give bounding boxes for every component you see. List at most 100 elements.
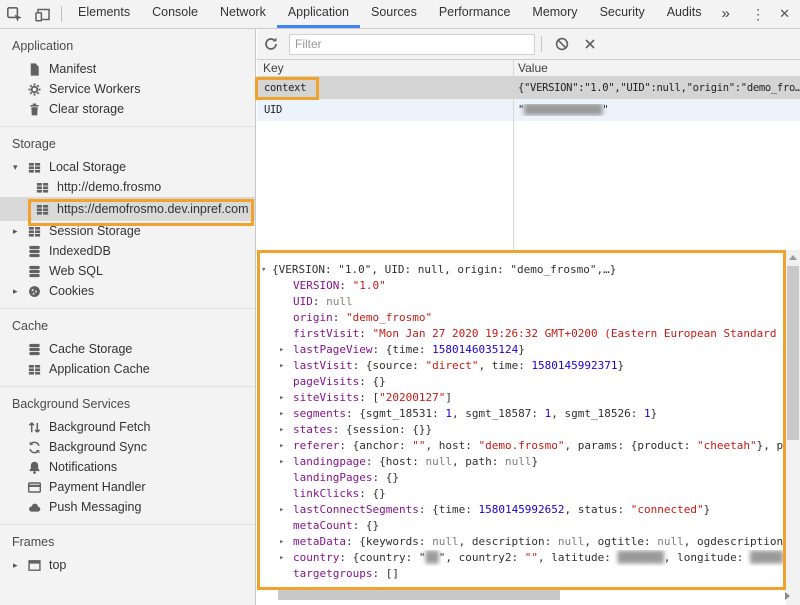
column-header-key[interactable]: Key: [257, 60, 513, 76]
sidebar-item-indexeddb[interactable]: IndexedDB: [0, 241, 255, 261]
device-toolbar-button[interactable]: [28, 1, 56, 27]
sidebar-item-background-fetch[interactable]: Background Fetch: [0, 417, 255, 437]
chevron-down-icon[interactable]: ▾: [261, 262, 266, 278]
tab-bar-right-controls: ⋮ ✕: [741, 6, 800, 23]
sidebar-item-label: Session Storage: [49, 224, 141, 238]
chevron-right-icon[interactable]: ▸: [279, 550, 284, 566]
table-row-context[interactable]: context {"VERSION":"1.0","UID":null,"orig…: [257, 77, 800, 99]
sidebar-item-http-demo-frosmo[interactable]: http://demo.frosmo: [0, 177, 255, 197]
json-str-segment: "20200127": [379, 391, 445, 404]
delete-selected-button[interactable]: [576, 31, 604, 57]
sidebar-item-web-sql[interactable]: Web SQL: [0, 261, 255, 281]
sidebar-item-https-demofrosmo-dev-inpref-com[interactable]: https://demofrosmo.dev.inpref.com: [0, 197, 255, 221]
json-plain-segment: , status:: [565, 503, 631, 516]
chevron-right-icon[interactable]: ▸: [279, 342, 284, 358]
key-cell[interactable]: context: [257, 82, 513, 94]
sidebar-item-label: top: [49, 558, 66, 572]
json-plain-segment: }: [531, 455, 538, 468]
tab-audits[interactable]: Audits: [656, 0, 713, 28]
clear-all-button[interactable]: [548, 31, 576, 57]
column-header-value[interactable]: Value: [513, 60, 548, 76]
json-plain-segment: : {host:: [366, 455, 426, 468]
tab-console[interactable]: Console: [141, 0, 209, 28]
sidebar-item-payment-handler[interactable]: Payment Handler: [0, 477, 255, 497]
preview-line: ▾ {VERSION: "1.0", UID: null, origin: "de…: [257, 262, 786, 278]
scroll-right-arrow-icon[interactable]: [785, 592, 790, 600]
sidebar-item-label: Local Storage: [49, 160, 126, 174]
preview-line: targetgroups: []: [257, 566, 786, 582]
json-plain-segment: : {session: {}}: [333, 423, 432, 436]
sidebar-section-application: ApplicationManifestService WorkersClear …: [0, 29, 255, 126]
json-plain-segment: : {anchor:: [339, 439, 412, 452]
preview-line: ▸segments: {sgmt_18531: 1, sgmt_18587: 1…: [257, 406, 786, 422]
tab-sources[interactable]: Sources: [360, 0, 428, 28]
db-icon: [26, 243, 42, 259]
chevron-right-icon[interactable]: ▸: [279, 406, 284, 422]
chevron-right-icon[interactable]: ▸: [279, 358, 284, 374]
chevron-right-icon[interactable]: ▸: [279, 438, 284, 454]
chevron-right-icon[interactable]: ▸: [13, 560, 26, 571]
tab-elements[interactable]: Elements: [67, 0, 141, 28]
json-key-segment: lastPageView: [293, 343, 372, 356]
vertical-scrollbar-thumb[interactable]: [787, 266, 799, 440]
json-plain-segment: : []: [372, 567, 399, 580]
sidebar-item-session-storage[interactable]: ▸ Session Storage: [0, 221, 255, 241]
sidebar-item-clear-storage[interactable]: Clear storage: [0, 99, 255, 119]
tab-memory[interactable]: Memory: [521, 0, 588, 28]
value-cell[interactable]: "█████████████": [513, 104, 800, 116]
tab-performance[interactable]: Performance: [428, 0, 522, 28]
section-title-frames: Frames: [0, 532, 255, 555]
vertical-scrollbar[interactable]: [786, 250, 800, 605]
tab-application[interactable]: Application: [277, 0, 360, 28]
sidebar-item-cache-storage[interactable]: Cache Storage: [0, 339, 255, 359]
value-cell[interactable]: {"VERSION":"1.0","UID":null,"origin":"de…: [513, 82, 800, 94]
table-row-uid[interactable]: UID"█████████████": [257, 99, 800, 121]
chevron-down-icon[interactable]: ▾: [13, 162, 26, 173]
json-str-segment: "": [525, 551, 538, 564]
tab-security[interactable]: Security: [589, 0, 656, 28]
json-nul-segment: null: [505, 455, 532, 468]
preview-line: ▸country: {country: "██", country2: "", …: [257, 550, 786, 566]
horizontal-scrollbar-thumb[interactable]: [278, 590, 560, 600]
json-plain-segment: , longitude:: [664, 551, 750, 564]
value-text: {"VERSION":"1.0","UID":null,"origin":"de…: [518, 82, 800, 94]
customize-menu-button[interactable]: ⋮: [741, 6, 775, 23]
horizontal-scrollbar[interactable]: [259, 590, 784, 600]
sidebar-item-push-messaging[interactable]: Push Messaging: [0, 497, 255, 517]
json-str-segment: "Mon Jan 27 2020 19:26:32 GMT+0200 (East…: [372, 327, 786, 340]
json-plain-segment: {VERSION: "1.0", UID: null, origin: "dem…: [272, 263, 616, 276]
sidebar-item-application-cache[interactable]: Application Cache: [0, 359, 255, 379]
sidebar-item-cookies[interactable]: ▸Cookies: [0, 281, 255, 301]
chevron-right-icon[interactable]: ▸: [279, 390, 284, 406]
scroll-up-arrow-icon[interactable]: [789, 255, 797, 260]
chevron-right-icon[interactable]: ▸: [279, 502, 284, 518]
json-key-segment: metaData: [293, 535, 346, 548]
sidebar-item-top[interactable]: ▸ top: [0, 555, 255, 575]
chevron-right-icon[interactable]: ▸: [279, 534, 284, 550]
chevron-right-icon[interactable]: ▸: [279, 454, 284, 470]
chevron-right-icon[interactable]: ▸: [279, 422, 284, 438]
inspect-cursor-icon: [6, 6, 23, 23]
sidebar-section-cache: CacheCache StorageApplication Cache: [0, 308, 255, 386]
filter-input[interactable]: [289, 34, 535, 55]
section-title-background-services: Background Services: [0, 394, 255, 417]
chevron-right-icon[interactable]: ▸: [13, 226, 26, 237]
sidebar-item-local-storage[interactable]: ▾ Local Storage: [0, 157, 255, 177]
sidebar-item-notifications[interactable]: Notifications: [0, 457, 255, 477]
refresh-button[interactable]: [257, 31, 285, 57]
chevron-right-icon[interactable]: ▸: [13, 286, 26, 297]
more-tabs-button[interactable]: »: [712, 1, 738, 27]
file-icon: [26, 61, 42, 77]
column-resize-divider[interactable]: [513, 60, 514, 250]
sidebar-item-manifest[interactable]: Manifest: [0, 59, 255, 79]
close-devtools-button[interactable]: ✕: [775, 6, 800, 22]
sidebar-item-service-workers[interactable]: Service Workers: [0, 79, 255, 99]
sidebar-item-label: https://demofrosmo.dev.inpref.com: [57, 202, 249, 216]
json-plain-segment: : {}: [359, 487, 386, 500]
preview-line: landingPages: {}: [257, 470, 786, 486]
sidebar-item-background-sync[interactable]: Background Sync: [0, 437, 255, 457]
inspect-element-button[interactable]: [0, 1, 28, 27]
fetch-icon: [26, 419, 42, 435]
key-cell[interactable]: UID: [257, 104, 513, 116]
tab-network[interactable]: Network: [209, 0, 277, 28]
